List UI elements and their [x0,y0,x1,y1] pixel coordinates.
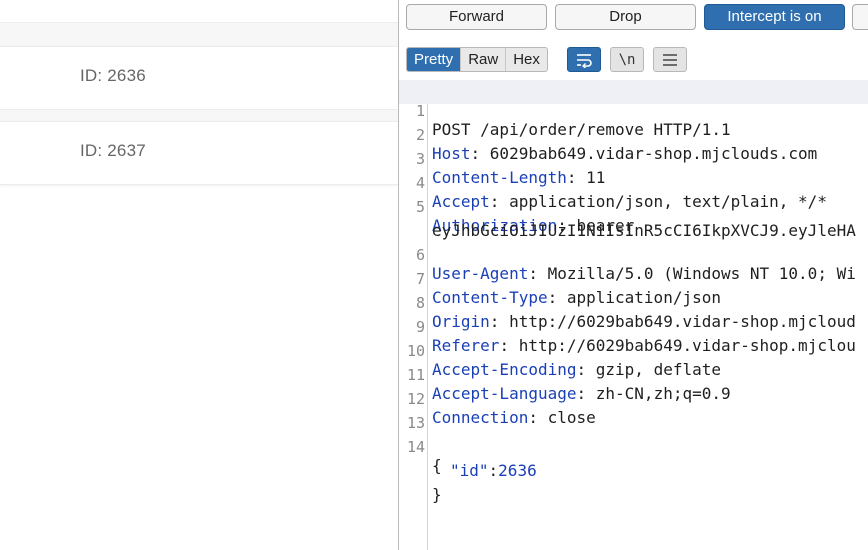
blank-line: 13 [399,392,868,432]
header-line: 4 Accept: application/json, text/plain, … [399,152,868,211]
order-card[interactable]: ID: 2637 [0,121,398,185]
text-wrap-icon [577,53,592,68]
action-button[interactable] [852,4,868,30]
body-line: } [399,464,868,504]
header-line: 2 Host: 6029bab649.vidar-shop.mjclouds.c… [399,104,868,163]
drop-button[interactable]: Drop [555,4,696,30]
intercept-toolbar: Forward Drop Intercept is on [399,0,868,36]
request-editor[interactable]: 1 POST /api/order/remove HTTP/1.1 2 Host… [399,80,868,550]
order-card[interactable]: ID: 2636 [0,46,398,110]
json-close-brace: } [432,485,442,504]
hamburger-menu-icon [663,53,677,66]
order-id-value: 2637 [107,141,146,160]
tab-raw[interactable]: Raw [460,48,505,71]
body-line: "id":2636 [399,440,868,480]
header-line: 8 Origin: http://6029bab649.vidar-shop.m… [399,272,868,331]
header-line: 3 Content-Length: 11 [399,128,868,187]
options-menu-button[interactable] [653,47,687,72]
screen: ID: 2636 ID: 2637 Forward Drop Intercept… [0,0,868,550]
tab-pretty[interactable]: Pretty [407,48,461,71]
header-line: 11 Accept-Language: zh-CN,zh;q=0.9 [399,344,868,403]
header-line: 7 Content-Type: application/json [399,248,868,307]
order-id-label: ID: [80,66,103,85]
header-line: 5 Authorization: bearer [399,176,868,235]
view-mode-tabs: Pretty Raw Hex [406,47,548,72]
order-id-value: 2636 [107,66,146,85]
order-id: ID: 2637 [80,141,146,161]
request-line: 1 POST /api/order/remove HTTP/1.1 [399,80,868,139]
tab-hex[interactable]: Hex [505,48,547,71]
header-line: 6 User-Agent: Mozilla/5.0 (Windows NT 10… [399,224,868,283]
show-newlines-button[interactable]: \n [610,47,644,72]
wrap-toggle-button[interactable] [567,47,601,72]
order-list-page: ID: 2636 ID: 2637 [0,0,398,550]
header-line: 12 Connection: close [399,368,868,427]
header-line: 9 Referer: http://6029bab649.vidar-shop.… [399,296,868,355]
header-continuation-line: eyJhbGciOiJIUzI1NiIsInR5cCI6IkpXVCJ9.eyJ… [399,200,868,240]
list-gap [0,23,398,47]
body-line: 14 { [399,416,868,475]
intercept-toggle-button[interactable]: Intercept is on [704,4,845,30]
message-view-bar: Pretty Raw Hex \n [399,44,868,74]
header-line: 10 Accept-Encoding: gzip, deflate [399,320,868,379]
page-top-strip [0,0,398,23]
order-id-label: ID: [80,141,103,160]
forward-button[interactable]: Forward [406,4,547,30]
order-id: ID: 2636 [80,66,146,86]
intercept-panel: Forward Drop Intercept is on Pretty Raw … [398,0,868,550]
